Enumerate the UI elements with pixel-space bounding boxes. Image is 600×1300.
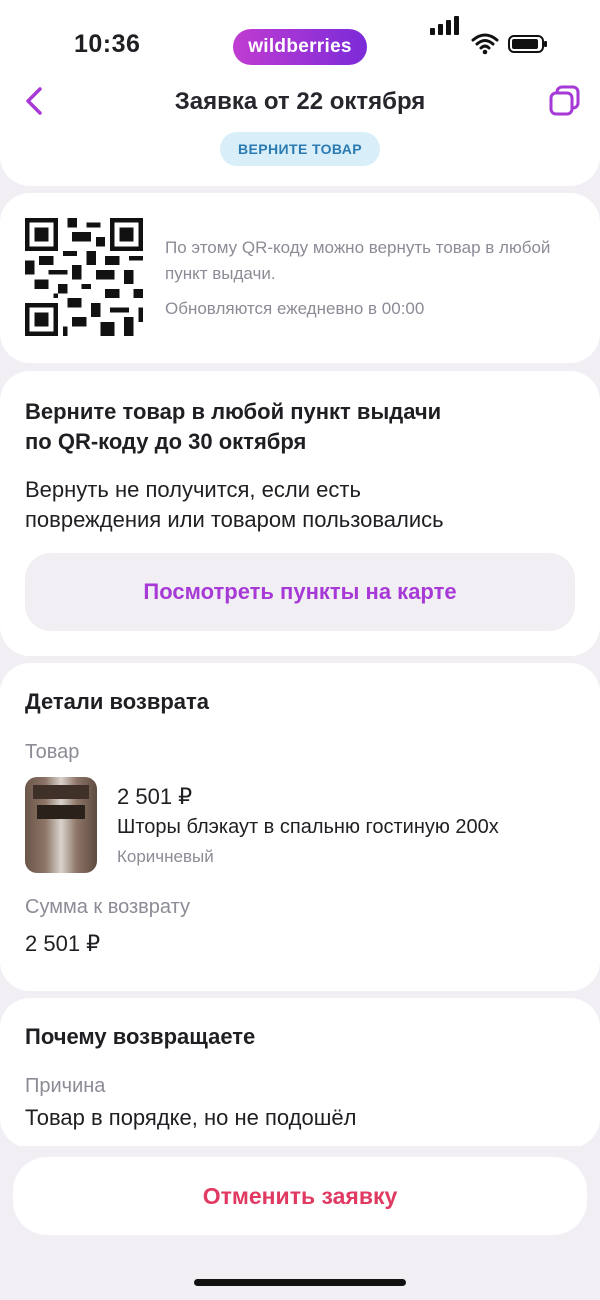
header: Заявка от 22 октября ВЕРНИТЕ ТОВАР	[0, 74, 600, 186]
system-icons	[428, 16, 550, 57]
details-title: Детали возврата	[25, 689, 210, 714]
battery-icon	[508, 35, 547, 53]
reason-title: Почему возвращаете	[25, 1024, 256, 1049]
view-points-on-map-button[interactable]: Посмотреть пункты на карте	[25, 553, 575, 631]
qr-card: По этому QR-коду можно вернуть товар в л…	[0, 193, 600, 363]
brand-logo: wildberries	[233, 29, 367, 65]
product-color: Коричневый	[117, 847, 214, 866]
refund-label: Сумма к возврату	[25, 896, 190, 918]
reason-label: Причина	[25, 1075, 106, 1097]
wifi-icon	[471, 33, 499, 55]
product-label: Товар	[25, 741, 80, 763]
page-title: Заявка от 22 октября	[174, 88, 426, 115]
return-warning: Вернуть не получится, если есть поврежде…	[25, 475, 585, 535]
status-time: 10:36	[74, 30, 141, 58]
cancel-request-button[interactable]: Отменить заявку	[13, 1157, 587, 1235]
copy-icon[interactable]	[548, 84, 582, 118]
qr-update-note: Обновляются ежедневно в 00:00	[165, 299, 425, 318]
return-reason-card: Почему возвращаете Причина Товар в поряд…	[0, 998, 600, 1148]
reason-value: Товар в порядке, но не подошёл	[25, 1105, 357, 1130]
return-heading: Верните товар в любой пункт выдачи по QR…	[25, 397, 545, 457]
home-indicator[interactable]	[194, 1279, 406, 1286]
product-name[interactable]: Шторы блэкаут в спальню гостиную 200x	[117, 816, 559, 839]
status-badge: ВЕРНИТЕ ТОВАР	[220, 132, 380, 166]
return-heading-line-2: по QR-коду до 30 октября	[25, 429, 307, 454]
product-price: 2 501 ₽	[117, 784, 193, 809]
return-heading-line-1: Верните товар в любой пункт выдачи	[25, 399, 442, 424]
refund-amount: 2 501 ₽	[25, 931, 101, 956]
bottom-action-area: Отменить заявку	[0, 1146, 600, 1300]
return-details-card: Детали возврата Товар 2 501 ₽ Шторы блэк…	[0, 663, 600, 991]
return-warning-line-2: повреждения или товаром пользовались	[25, 507, 444, 532]
return-instructions-card: Верните товар в любой пункт выдачи по QR…	[0, 371, 600, 656]
qr-description: По этому QR-коду можно вернуть товар в л…	[165, 238, 551, 283]
return-warning-line-1: Вернуть не получится, если есть	[25, 477, 361, 502]
product-image[interactable]	[25, 777, 97, 873]
qr-code[interactable]	[25, 218, 143, 336]
